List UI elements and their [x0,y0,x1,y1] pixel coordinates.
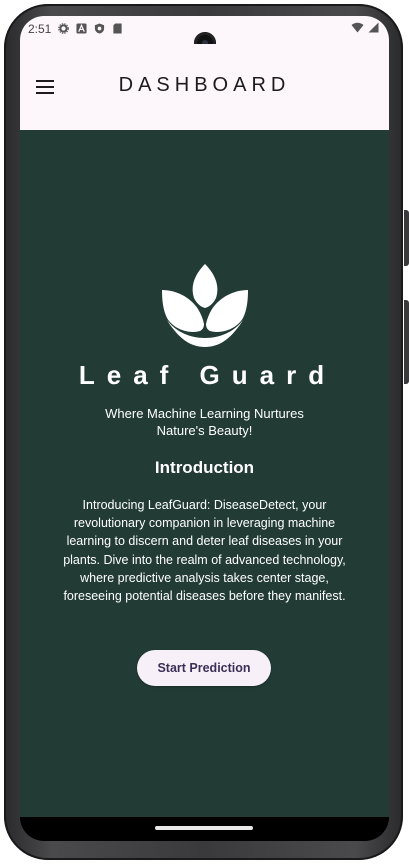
intro-text: Introducing LeafGuard: DiseaseDetect, yo… [63,498,346,604]
app-bar: DASHBOARD [20,44,389,130]
main-content: Leaf Guard Where Machine Learning Nurtur… [20,130,389,817]
shield-icon [94,23,105,34]
brand-name: Leaf Guard [78,360,337,390]
text-a-icon [76,23,87,34]
leaf-lotus-icon [162,264,248,347]
status-time: 2:51 [28,22,52,36]
gear-icon [58,23,69,34]
device: 2:51 DASHBOARD Leaf Guard Where Machine … [0,0,409,864]
wifi-icon [351,22,364,33]
status-icons-right [351,22,379,33]
cellular-signal-icon [368,22,379,33]
status-icons-left [58,23,123,34]
screen: 2:51 DASHBOARD Leaf Guard Where Machine … [20,16,389,841]
power-button [404,210,409,266]
page-title: DASHBOARD [118,74,291,96]
intro-heading: Introduction [154,458,255,477]
volume-button [404,300,409,384]
start-prediction-button[interactable]: Start Prediction [137,650,271,686]
system-nav-bar [20,817,389,841]
home-indicator[interactable] [155,826,253,830]
sd-card-icon [113,23,122,34]
tagline: Where Machine Learning Nurtures Nature's… [105,406,304,438]
